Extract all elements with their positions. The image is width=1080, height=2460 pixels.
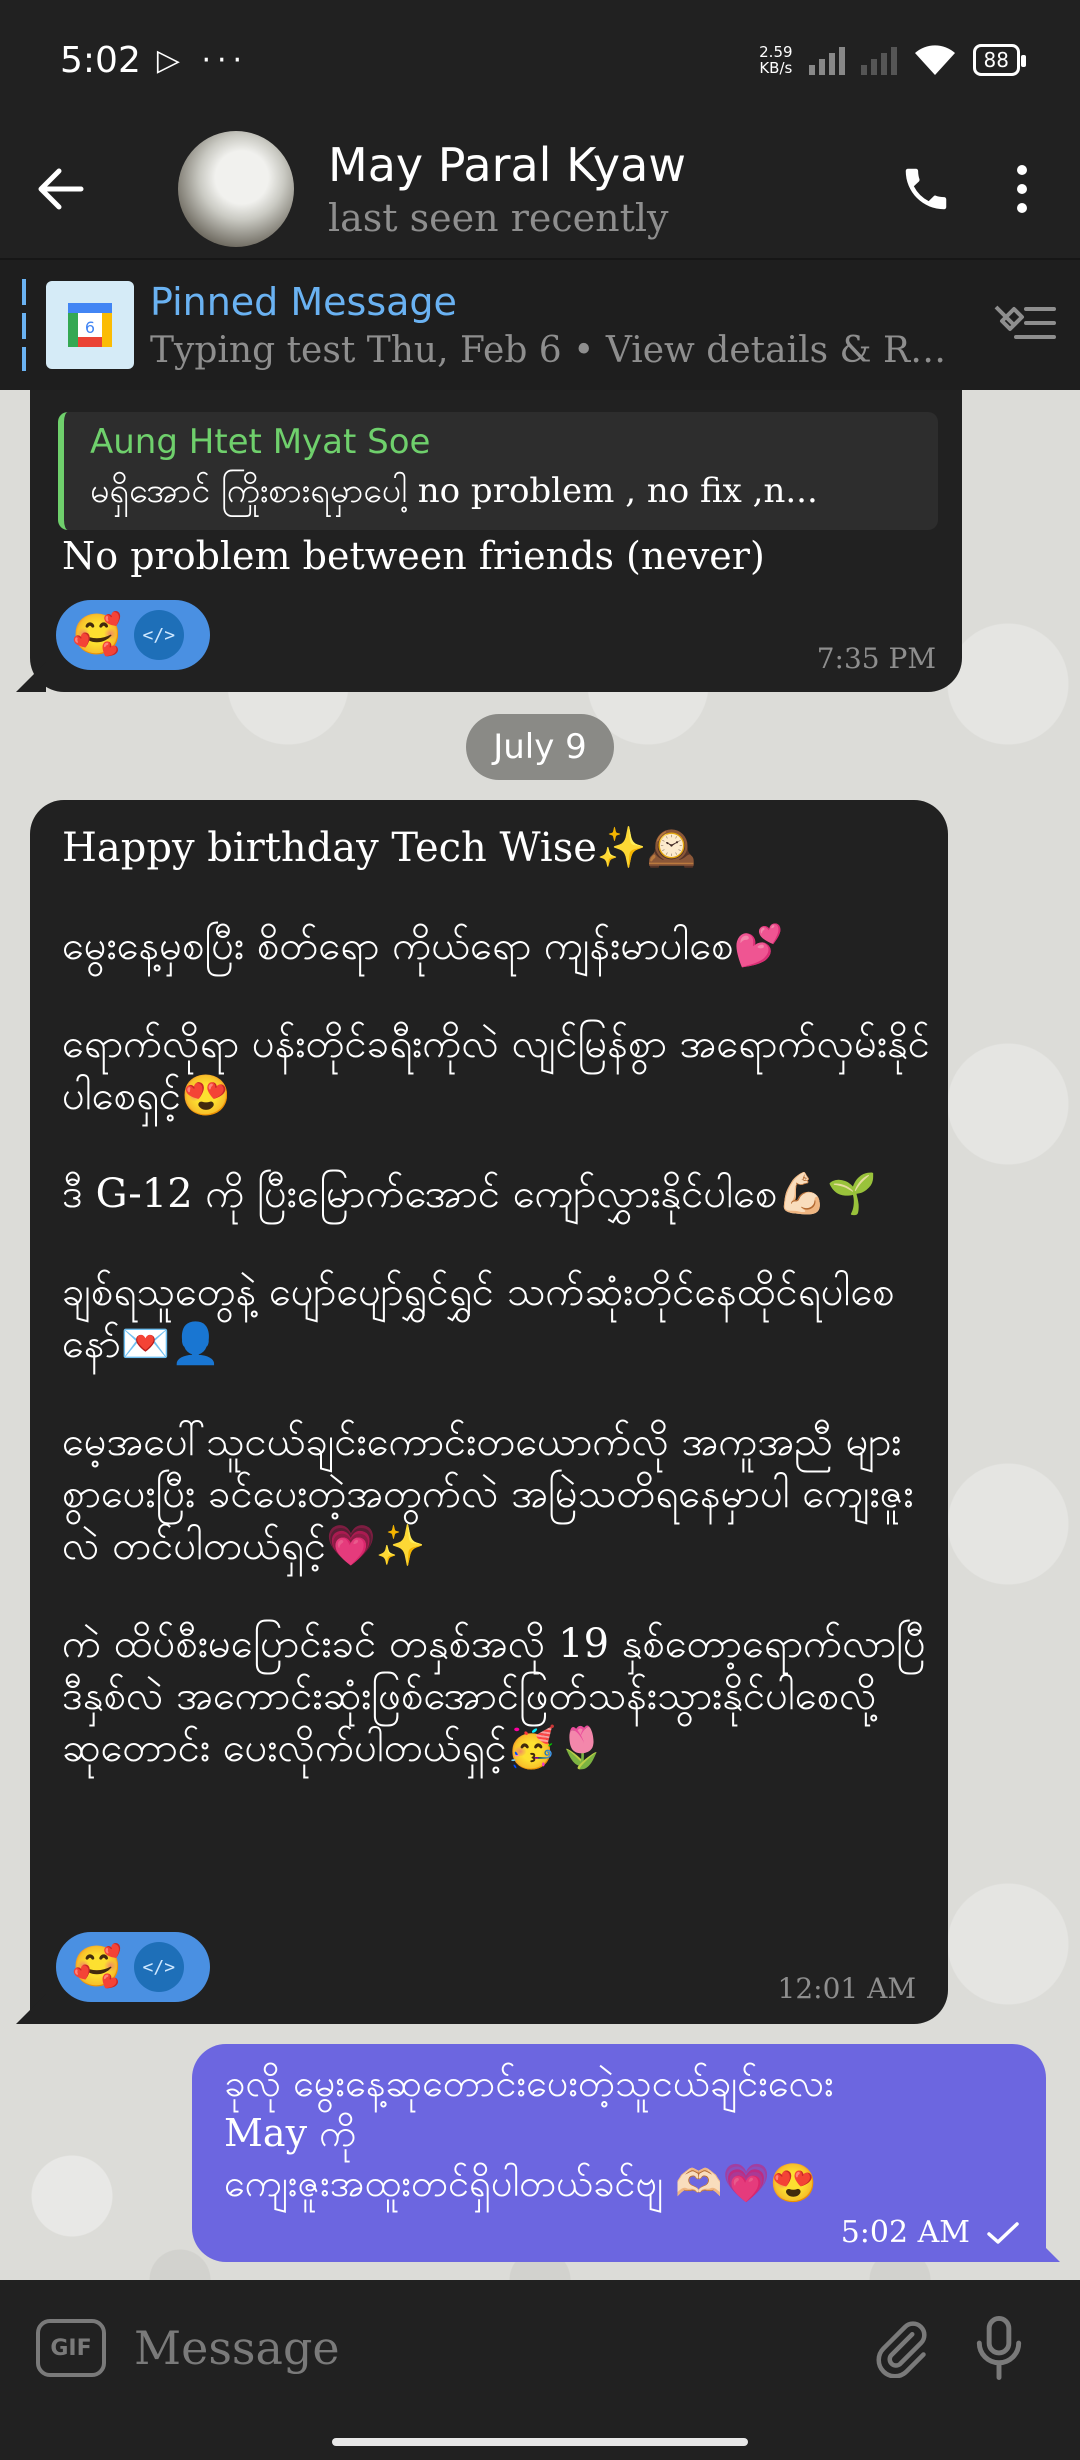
message-paragraph: Happy birthday Tech Wise✨🕰️ [62,825,697,871]
date-divider: July 9 [466,714,614,780]
chat-header: May Paral Kyaw last seen recently [0,120,1080,258]
reaction-avatar: </> [133,1942,184,1992]
back-button[interactable] [0,120,120,258]
incoming-message-bubble[interactable]: Happy birthday Tech Wise✨🕰️ မွေးနေ့မှစပြ… [16,800,948,2024]
status-time: 5:02 [60,39,141,81]
message-line: ခုလို မွေးနေ့ဆုတောင်းပေးတဲ့သူငယ်ချင်းလေး [224,2061,834,2105]
message-paragraph: ဒီ G-12 ကို ပြီးမြောက်အောင် ကျော်လွှားနိ… [62,1171,877,1217]
message-time: 7:35 PM [816,642,936,675]
paperclip-icon [876,2321,927,2378]
message-line: ကျေးဇူးအထူးတင်ရှိပါတယ်ခင်ဗျ 🫶🏻💗😍 [224,2161,818,2205]
message-paragraph: မွေးနေ့မှစပြီး စိတ်ရော ကိုယ်ရော ကျန်းမာပ… [62,923,784,969]
battery-indicator: 88 [972,44,1027,76]
pinned-title: Pinned Message [150,279,457,324]
reply-quote[interactable]: Aung Htet Myat Soe မရှိအောင် ကြိုးစားရမှ… [58,412,938,530]
call-button[interactable] [878,141,974,237]
home-gesture-handle[interactable] [332,2438,748,2446]
reply-author: Aung Htet Myat Soe [90,422,431,462]
navigation-bar [0,2416,1080,2460]
calendar-icon: 6 [46,281,134,369]
pinned-message-bar[interactable]: 6 Pinned Message Typing test Thu, Feb 6 … [0,258,1080,390]
arrow-left-icon [38,168,84,210]
net-speed: 2.59 KB/s [759,44,792,76]
message-time: 5:02 AM [840,2215,970,2250]
incoming-message-bubble[interactable]: Aung Htet Myat Soe မရှိအောင် ကြိုးစားရမှ… [16,390,962,692]
svg-text:6: 6 [85,318,95,337]
status-notification-icons: ▷ ··· [156,42,249,78]
status-bar: 5:02 ▷ ··· 2.59 KB/s 88 [0,0,1080,120]
reaction-emoji: 🥰 [72,1944,122,1990]
net-speed-value: 2.59 [759,43,793,61]
signal-icon [808,45,845,75]
message-paragraph: ကဲ ထိပ်စီးမပြောင်းခင် တနှစ်အလို 19 နှစ်တ… [62,1621,926,1771]
message-input[interactable] [134,2321,856,2375]
pin-list-icon [994,305,1056,339]
reaction-avatar: </> [133,610,184,660]
pinned-indicator [22,279,26,371]
message-paragraph: ရောက်လိုရာ ပန်းတိုင်ခရီးကိုလဲ လျင်မြန်စွ… [62,1021,930,1119]
message-text: No problem between friends (never) [62,534,765,578]
contact-avatar[interactable] [178,131,294,247]
outgoing-message-bubble[interactable]: ခုလို မွေးနေ့ဆုတောင်းပေးတဲ့သူငယ်ချင်းလေး… [192,2044,1060,2262]
reply-text: မရှိအောင် ကြိုးစားရမှာပေါ့ no problem , … [90,471,818,511]
reaction-bar[interactable]: 🥰 </> [56,1932,210,2002]
contact-info[interactable]: May Paral Kyaw last seen recently [328,138,686,240]
gif-button[interactable]: GIF [36,2319,106,2377]
message-line: May ကို [224,2111,357,2155]
message-paragraph: ချစ်ရသူတွေနဲ့ ပျော်ပျော်ရွှင်ရွှင် သက်ဆု… [62,1269,895,1367]
microphone-icon [976,2316,1022,2380]
pinned-list-button[interactable] [992,301,1058,349]
message-composer: GIF [0,2280,1080,2416]
more-options-button[interactable] [974,141,1070,237]
signal-2-icon [860,45,897,75]
contact-status: last seen recently [328,196,669,240]
attach-button[interactable] [856,2303,946,2393]
message-paragraph: မေ့အပေါ်သူငယ်ချင်းကောင်းတယောက်လို အကူအညီ… [62,1419,914,1569]
message-body: Happy birthday Tech Wise✨🕰️ မွေးနေ့မှစပြ… [62,812,930,1820]
reaction-bar[interactable]: 🥰 </> [56,600,210,670]
reaction-emoji: 🥰 [72,612,122,658]
message-time: 12:01 AM [777,1972,916,2005]
message-body: ခုလို မွေးနေ့ဆုတောင်းပေးတဲ့သူငယ်ချင်းလေး… [224,2058,1024,2208]
contact-name: May Paral Kyaw [328,138,686,192]
more-vertical-icon [1017,165,1027,213]
pinned-text: Typing test Thu, Feb 6 • View details & … [150,329,970,371]
wifi-icon [914,45,955,75]
phone-icon [905,168,947,210]
check-icon [987,2221,1019,2244]
net-speed-unit: KB/s [759,59,793,77]
voice-record-button[interactable] [954,2303,1044,2393]
